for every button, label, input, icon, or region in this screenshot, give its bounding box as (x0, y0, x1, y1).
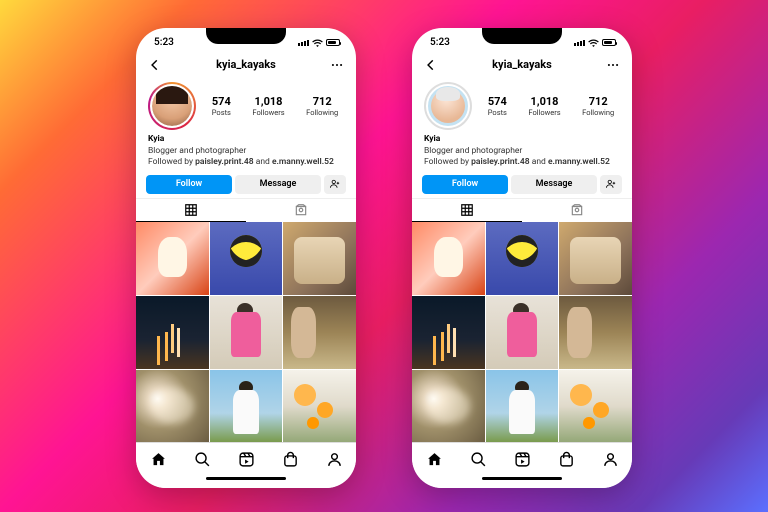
post-thumbnail[interactable] (559, 370, 632, 443)
wifi-icon (588, 39, 599, 47)
search-icon[interactable] (470, 451, 487, 468)
back-icon[interactable] (148, 58, 162, 72)
wifi-icon (312, 39, 323, 47)
signal-icon (574, 40, 585, 46)
search-icon[interactable] (194, 451, 211, 468)
suggested-users-button[interactable] (324, 175, 346, 194)
reels-icon[interactable] (514, 451, 531, 468)
profile-stats: 574Posts 1,018Followers 712Following (206, 95, 344, 117)
post-grid (412, 222, 632, 442)
phone-left: 5:23 kyia_kayaks 574Posts 1,018Followers… (136, 28, 356, 488)
nav-bar: kyia_kayaks (136, 51, 356, 78)
content-tabs (136, 198, 356, 223)
stat-following[interactable]: 712Following (582, 95, 614, 117)
stat-posts[interactable]: 574Posts (488, 95, 507, 117)
post-thumbnail[interactable] (136, 370, 209, 443)
post-thumbnail[interactable] (486, 222, 559, 295)
post-thumbnail[interactable] (412, 370, 485, 443)
post-thumbnail[interactable] (412, 296, 485, 369)
stat-following[interactable]: 712Following (306, 95, 338, 117)
tab-tagged[interactable] (246, 199, 356, 223)
shop-icon[interactable] (282, 451, 299, 468)
more-icon[interactable] (606, 58, 620, 72)
avatar[interactable] (148, 82, 196, 130)
post-thumbnail[interactable] (559, 296, 632, 369)
home-icon[interactable] (426, 451, 443, 468)
reels-icon[interactable] (238, 451, 255, 468)
profile-username-title: kyia_kayaks (492, 58, 552, 71)
status-icons (298, 39, 340, 47)
followed-by-line: Followed by paisley.print.48 and e.manny… (148, 157, 344, 168)
post-thumbnail[interactable] (559, 222, 632, 295)
battery-icon (326, 39, 340, 46)
post-grid (136, 222, 356, 442)
post-thumbnail[interactable] (210, 370, 283, 443)
home-icon[interactable] (150, 451, 167, 468)
stat-followers[interactable]: 1,018Followers (252, 95, 284, 117)
post-thumbnail[interactable] (283, 296, 356, 369)
tab-grid[interactable] (412, 199, 522, 223)
phone-right: 5:23 kyia_kayaks 574Posts 1,018Followers… (412, 28, 632, 488)
profile-header: 574Posts 1,018Followers 712Following (412, 78, 632, 132)
post-thumbnail[interactable] (136, 222, 209, 295)
action-row: Follow Message (412, 173, 632, 198)
notch (482, 28, 562, 44)
follow-button[interactable]: Follow (422, 175, 508, 194)
post-thumbnail[interactable] (412, 222, 485, 295)
post-thumbnail[interactable] (210, 296, 283, 369)
suggested-users-button[interactable] (600, 175, 622, 194)
profile-stats: 574Posts 1,018Followers 712Following (482, 95, 620, 117)
action-row: Follow Message (136, 173, 356, 198)
bottom-nav (136, 442, 356, 474)
tab-tagged[interactable] (522, 199, 632, 223)
status-time: 5:23 (430, 37, 450, 48)
bottom-nav (412, 442, 632, 474)
post-thumbnail[interactable] (283, 222, 356, 295)
home-indicator[interactable] (136, 475, 356, 488)
post-thumbnail[interactable] (486, 296, 559, 369)
post-thumbnail[interactable] (136, 296, 209, 369)
status-icons (574, 39, 616, 47)
profile-bio: Kyia Blogger and photographer Followed b… (412, 132, 632, 172)
shop-icon[interactable] (558, 451, 575, 468)
back-icon[interactable] (424, 58, 438, 72)
profile-username-title: kyia_kayaks (216, 58, 276, 71)
message-button[interactable]: Message (511, 175, 597, 194)
profile-display-name: Kyia (148, 134, 344, 145)
stat-posts[interactable]: 574Posts (212, 95, 231, 117)
tab-grid[interactable] (136, 199, 246, 223)
follow-button[interactable]: Follow (146, 175, 232, 194)
avatar[interactable] (424, 82, 472, 130)
more-icon[interactable] (330, 58, 344, 72)
followed-by-line: Followed by paisley.print.48 and e.manny… (424, 157, 620, 168)
profile-description: Blogger and photographer (148, 146, 344, 157)
home-indicator[interactable] (412, 475, 632, 488)
nav-bar: kyia_kayaks (412, 51, 632, 78)
battery-icon (602, 39, 616, 46)
content-tabs (412, 198, 632, 223)
signal-icon (298, 40, 309, 46)
post-thumbnail[interactable] (210, 222, 283, 295)
profile-description: Blogger and photographer (424, 146, 620, 157)
profile-bio: Kyia Blogger and photographer Followed b… (136, 132, 356, 172)
post-thumbnail[interactable] (283, 370, 356, 443)
stat-followers[interactable]: 1,018Followers (528, 95, 560, 117)
profile-icon[interactable] (326, 451, 343, 468)
profile-header: 574Posts 1,018Followers 712Following (136, 78, 356, 132)
post-thumbnail[interactable] (486, 370, 559, 443)
profile-display-name: Kyia (424, 134, 620, 145)
profile-icon[interactable] (602, 451, 619, 468)
status-time: 5:23 (154, 37, 174, 48)
notch (206, 28, 286, 44)
message-button[interactable]: Message (235, 175, 321, 194)
